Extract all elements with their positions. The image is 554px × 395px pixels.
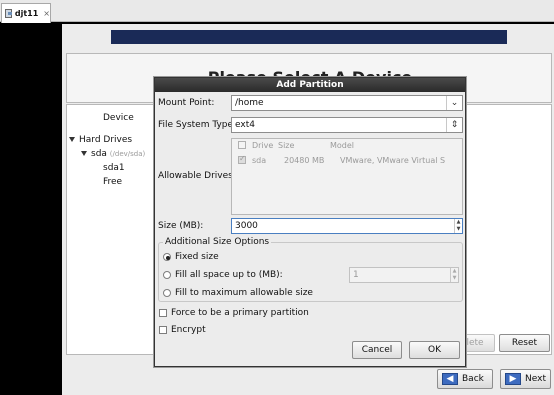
size-value[interactable]: 3000 bbox=[235, 221, 258, 231]
fill-max-radio[interactable] bbox=[163, 289, 171, 297]
force-primary-label[interactable]: Force to be a primary partition bbox=[171, 308, 309, 318]
size-spinbox[interactable]: 3000 ▲ ▼ bbox=[231, 218, 463, 234]
tree-item-hard-drives[interactable]: Hard Drives bbox=[69, 135, 132, 145]
allowable-drives-table: Drive Size Model sda 20480 MB VMware, VM… bbox=[231, 138, 463, 215]
drive-cell: sda bbox=[252, 156, 267, 165]
model-column-header[interactable]: Model bbox=[330, 141, 354, 150]
tree-label: sda bbox=[91, 149, 107, 159]
vm-icon bbox=[5, 9, 12, 18]
drive-row-checkbox[interactable] bbox=[238, 154, 246, 166]
vm-tab-title: djt11 bbox=[14, 9, 39, 18]
ok-button[interactable]: OK bbox=[409, 341, 460, 359]
back-button[interactable]: ◀ Back bbox=[437, 369, 493, 389]
tree-item-sda1[interactable]: sda1 bbox=[103, 163, 125, 173]
fs-type-select[interactable]: ext4 ⇕ bbox=[231, 117, 463, 133]
model-cell: VMware, VMware Virtual S bbox=[340, 156, 446, 165]
tree-item-sda[interactable]: sda (/dev/sda) bbox=[81, 149, 145, 159]
fs-type-label: File System Type: bbox=[158, 120, 237, 130]
size-options-group: Additional Size Options Fixed size Fill … bbox=[158, 237, 463, 302]
tree-item-free[interactable]: Free bbox=[103, 177, 122, 187]
add-partition-dialog: Add Partition Mount Point: /home ⌄ File … bbox=[154, 77, 466, 367]
mount-point-label: Mount Point: bbox=[158, 98, 215, 108]
fixed-size-radio[interactable] bbox=[163, 253, 171, 261]
size-options-title: Additional Size Options bbox=[163, 237, 272, 247]
reset-button[interactable]: Reset bbox=[499, 334, 550, 352]
device-path: (/dev/sda) bbox=[109, 150, 146, 158]
tree-label: Hard Drives bbox=[79, 135, 133, 145]
fill-up-to-value[interactable]: 1 bbox=[353, 270, 359, 280]
back-arrow-icon: ◀ bbox=[442, 373, 458, 385]
tab-close-icon[interactable]: × bbox=[43, 9, 50, 18]
expander-icon[interactable] bbox=[69, 137, 75, 142]
fs-type-value: ext4 bbox=[235, 120, 255, 130]
updown-icon[interactable]: ⇕ bbox=[446, 118, 462, 132]
size-cell: 20480 MB bbox=[284, 156, 325, 165]
fill-up-to-spinbox[interactable]: 1 ▲ ▼ bbox=[349, 267, 459, 283]
expander-icon[interactable] bbox=[81, 151, 87, 156]
fill-up-to-label[interactable]: Fill all space up to (MB): bbox=[175, 270, 283, 280]
next-arrow-icon: ▶ bbox=[505, 373, 521, 385]
cancel-button[interactable]: Cancel bbox=[352, 341, 402, 359]
select-column-header bbox=[238, 141, 246, 151]
spin-arrows-icon[interactable]: ▲ ▼ bbox=[450, 268, 458, 282]
allowable-drives-label: Allowable Drives: bbox=[158, 171, 236, 181]
fixed-size-label[interactable]: Fixed size bbox=[175, 252, 219, 262]
fill-up-to-radio[interactable] bbox=[163, 271, 171, 279]
encrypt-label[interactable]: Encrypt bbox=[171, 325, 206, 335]
size-label: Size (MB): bbox=[158, 221, 204, 231]
next-label: Next bbox=[525, 374, 546, 384]
drive-column-header[interactable]: Drive bbox=[252, 141, 273, 150]
dialog-title: Add Partition bbox=[155, 78, 465, 92]
back-label: Back bbox=[462, 374, 484, 384]
force-primary-checkbox[interactable] bbox=[159, 309, 167, 317]
vm-tab[interactable]: djt11 × bbox=[1, 3, 51, 23]
device-column-header[interactable]: Device bbox=[103, 113, 134, 123]
check-icon bbox=[238, 154, 246, 164]
header-checkbox bbox=[238, 141, 246, 149]
encrypt-checkbox[interactable] bbox=[159, 326, 167, 334]
chevron-down-icon[interactable]: ⌄ bbox=[446, 96, 462, 110]
size-column-header[interactable]: Size bbox=[278, 141, 294, 150]
spin-arrows-icon[interactable]: ▲ ▼ bbox=[454, 219, 462, 233]
next-button[interactable]: ▶ Next bbox=[500, 369, 551, 389]
fill-max-label[interactable]: Fill to maximum allowable size bbox=[175, 288, 313, 298]
mount-point-combo[interactable]: /home ⌄ bbox=[231, 95, 463, 111]
mount-point-value[interactable]: /home bbox=[235, 98, 264, 108]
vm-tab-bar: djt11 × bbox=[0, 0, 554, 23]
installer-banner bbox=[111, 30, 507, 44]
